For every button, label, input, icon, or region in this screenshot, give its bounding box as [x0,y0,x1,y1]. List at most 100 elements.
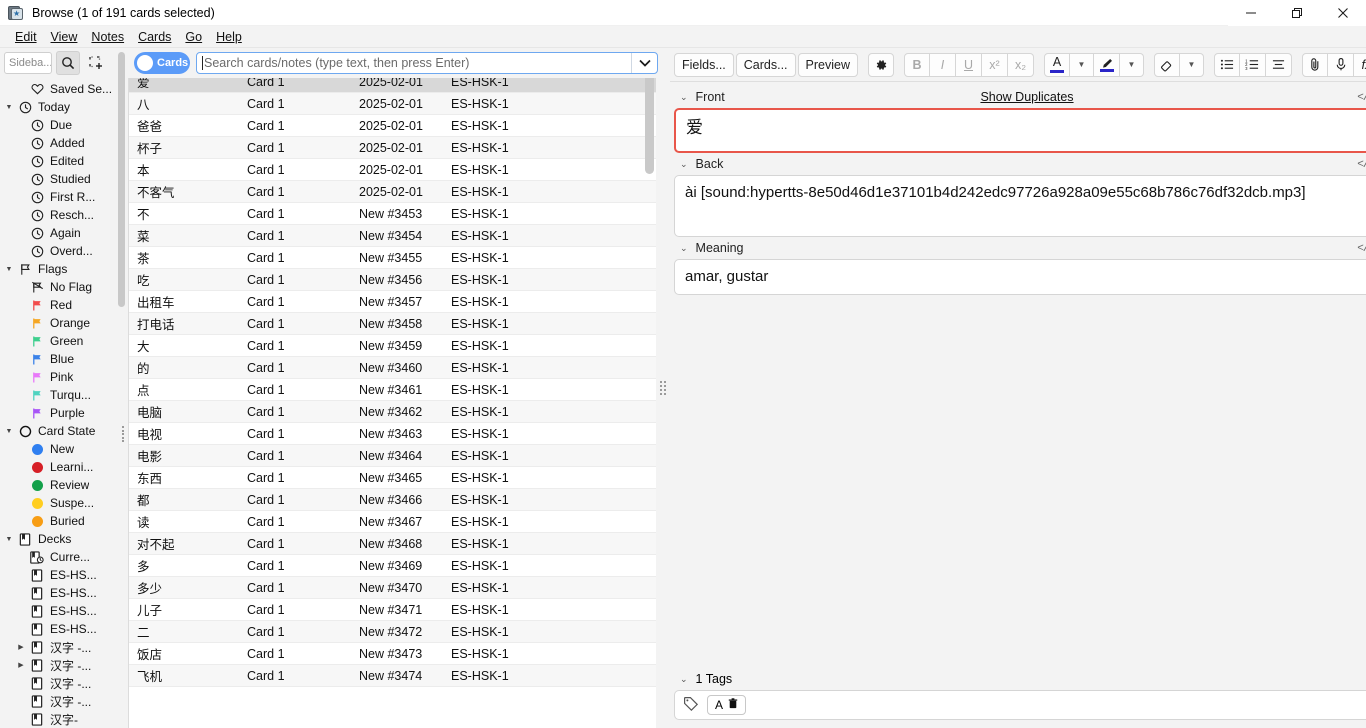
sidebar-splitter-handle[interactable] [121,426,127,442]
sidebar-item-purple[interactable]: Purple [0,404,128,422]
eraser-icon[interactable] [1154,53,1180,77]
table-row[interactable]: 不客气Card 12025-02-01ES-HSK-1 [129,181,656,203]
sidebar-item-card-state[interactable]: ▼Card State [0,422,128,440]
sidebar-item-again[interactable]: Again [0,224,128,242]
text-color-chevron-down-icon[interactable]: ▼ [1070,53,1094,77]
chevron-down-icon[interactable]: ⌄ [680,92,688,103]
menu-edit[interactable]: Edit [8,28,44,46]
field-input-front[interactable]: 爱 [674,108,1366,153]
sidebar-item-today[interactable]: ▼Today [0,98,128,116]
sidebar-item-flags[interactable]: ▼Flags [0,260,128,278]
chevron-down-icon[interactable] [631,53,657,73]
table-row[interactable]: 出租车Card 1New #3457ES-HSK-1 [129,291,656,313]
sidebar-item-green[interactable]: Green [0,332,128,350]
menu-go[interactable]: Go [178,28,209,46]
sidebar-item-edited[interactable]: Edited [0,152,128,170]
table-row[interactable]: 爸爸Card 12025-02-01ES-HSK-1 [129,115,656,137]
sidebar-tree[interactable]: Saved Se...▼TodayDueAddedEditedStudiedFi… [0,78,128,728]
cards-notes-toggle[interactable]: Cards [134,52,190,74]
bullet-list-icon[interactable] [1214,53,1240,77]
microphone-icon[interactable] [1328,53,1354,77]
field-header-back[interactable]: ⌄Back</> [674,153,1366,175]
menu-notes[interactable]: Notes [84,28,131,46]
bold-button[interactable]: B [904,53,930,77]
chevron-down-icon[interactable]: ▼ [2,104,16,111]
chevron-down-icon[interactable]: ⌄ [680,243,688,254]
table-row[interactable]: 不Card 1New #3453ES-HSK-1 [129,203,656,225]
chevron-right-icon[interactable]: ▶ [14,661,28,669]
tag-pill[interactable]: A [707,695,746,715]
sidebar-item-first-r[interactable]: First R... [0,188,128,206]
sidebar-item-learni[interactable]: Learni... [0,458,128,476]
table-row[interactable]: 对不起Card 1New #3468ES-HSK-1 [129,533,656,555]
sidebar-item-es-hs[interactable]: ES-HS... [0,602,128,620]
gear-icon[interactable] [868,53,894,77]
sidebar-item-汉字[interactable]: ▶汉字 -... [0,656,128,674]
highlight-chevron-down-icon[interactable]: ▼ [1120,53,1144,77]
card-table-body[interactable]: 爱Card 12025-02-01ES-HSK-1八Card 12025-02-… [129,71,656,728]
sidebar-item-pink[interactable]: Pink [0,368,128,386]
table-row[interactable]: 多Card 1New #3469ES-HSK-1 [129,555,656,577]
align-icon[interactable] [1266,53,1292,77]
table-row[interactable]: 点Card 1New #3461ES-HSK-1 [129,379,656,401]
sidebar-item-blue[interactable]: Blue [0,350,128,368]
sidebar-item-red[interactable]: Red [0,296,128,314]
sidebar-item-汉字[interactable]: 汉字- [0,710,128,728]
sidebar-item-orange[interactable]: Orange [0,314,128,332]
table-row[interactable]: 本Card 12025-02-01ES-HSK-1 [129,159,656,181]
sidebar-item-turqu[interactable]: Turqu... [0,386,128,404]
preview-button[interactable]: Preview [798,53,858,77]
table-row[interactable]: 电脑Card 1New #3462ES-HSK-1 [129,401,656,423]
fields-button[interactable]: Fields... [674,53,734,77]
chevron-down-icon[interactable]: ▼ [2,266,16,273]
field-input-back[interactable]: ài [sound:hypertts-8e50d46d1e37101b4d242… [674,175,1366,237]
numbered-list-icon[interactable]: 1 2 3 [1240,53,1266,77]
table-row[interactable]: 多少Card 1New #3470ES-HSK-1 [129,577,656,599]
table-row[interactable]: 飞机Card 1New #3474ES-HSK-1 [129,665,656,687]
sidebar-item-studied[interactable]: Studied [0,170,128,188]
table-row[interactable]: 电视Card 1New #3463ES-HSK-1 [129,423,656,445]
table-row[interactable]: 都Card 1New #3466ES-HSK-1 [129,489,656,511]
table-row[interactable]: 读Card 1New #3467ES-HSK-1 [129,511,656,533]
sidebar-item-es-hs[interactable]: ES-HS... [0,620,128,638]
tags-input-box[interactable]: A [674,690,1366,720]
sidebar-item-added[interactable]: Added [0,134,128,152]
eraser-chevron-down-icon[interactable]: ▼ [1180,53,1204,77]
table-row[interactable]: 菜Card 1New #3454ES-HSK-1 [129,225,656,247]
sidebar-item-es-hs[interactable]: ES-HS... [0,566,128,584]
table-row[interactable]: 茶Card 1New #3455ES-HSK-1 [129,247,656,269]
field-header-front[interactable]: ⌄FrontShow Duplicates</> [674,86,1366,108]
table-row[interactable]: 儿子Card 1New #3471ES-HSK-1 [129,599,656,621]
sidebar-filter-input[interactable]: Sideba... [4,52,52,74]
sidebar-item-new[interactable]: New [0,440,128,458]
mathjax-button[interactable]: fx [1354,53,1366,77]
italic-button[interactable]: I [930,53,956,77]
table-row[interactable]: 打电话Card 1New #3458ES-HSK-1 [129,313,656,335]
table-row[interactable]: 饭店Card 1New #3473ES-HSK-1 [129,643,656,665]
table-row[interactable]: 大Card 1New #3459ES-HSK-1 [129,335,656,357]
table-row[interactable]: 东西Card 1New #3465ES-HSK-1 [129,467,656,489]
menu-view[interactable]: View [44,28,85,46]
underline-button[interactable]: U [956,53,982,77]
html-brackets-icon[interactable]: </> [1357,91,1366,104]
highlight-pen-icon[interactable] [1094,53,1120,77]
sidebar-item-汉字[interactable]: ▶汉字 -... [0,638,128,656]
sidebar-item-no-flag[interactable]: No Flag [0,278,128,296]
superscript-button[interactable]: x² [982,53,1008,77]
trash-icon[interactable] [728,698,738,712]
sidebar-item-due[interactable]: Due [0,116,128,134]
table-row[interactable]: 杯子Card 12025-02-01ES-HSK-1 [129,137,656,159]
table-row[interactable]: 八Card 12025-02-01ES-HSK-1 [129,93,656,115]
sidebar-item-汉字[interactable]: 汉字 -... [0,692,128,710]
paperclip-icon[interactable] [1302,53,1328,77]
chevron-right-icon[interactable]: ▶ [14,643,28,651]
html-brackets-icon[interactable]: </> [1357,158,1366,171]
text-color-button[interactable]: A [1044,53,1070,77]
chevron-down-icon[interactable]: ▼ [2,536,16,543]
sidebar-item-汉字[interactable]: 汉字 -... [0,674,128,692]
maximize-icon[interactable] [1274,0,1320,26]
table-row[interactable]: 电影Card 1New #3464ES-HSK-1 [129,445,656,467]
search-input[interactable]: Search cards/notes (type text, then pres… [204,56,469,70]
menu-help[interactable]: Help [209,28,249,46]
table-row[interactable]: 吃Card 1New #3456ES-HSK-1 [129,269,656,291]
